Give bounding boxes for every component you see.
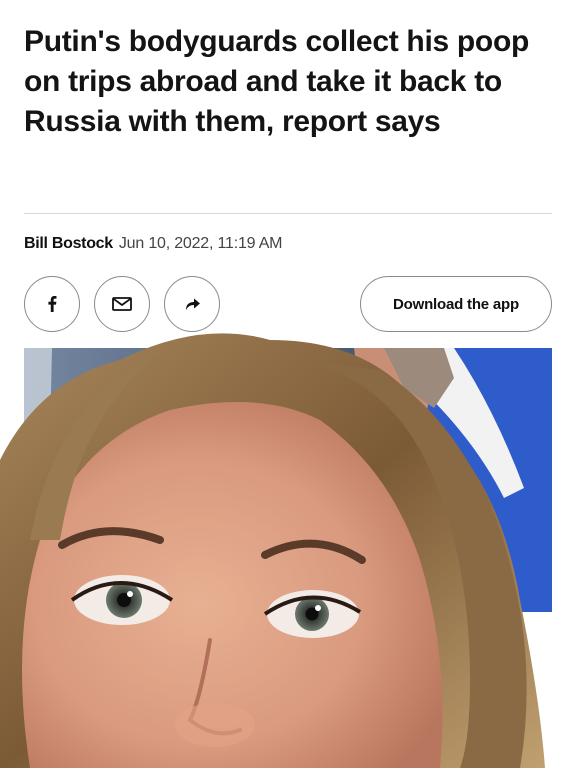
image-caption-fragment: on (503, 632, 525, 652)
byline: Bill Bostock Jun 10, 2022, 11:19 AM (24, 234, 283, 254)
share-link-button[interactable] (164, 276, 220, 332)
share-facebook-button[interactable] (24, 276, 80, 332)
share-email-button[interactable] (94, 276, 150, 332)
article-hero-image (24, 348, 552, 612)
facebook-icon (48, 296, 57, 312)
download-app-button[interactable]: Download the app (360, 276, 552, 332)
divider (24, 213, 552, 214)
share-arrow-icon (186, 298, 200, 310)
publish-date: Jun 10, 2022, 11:19 AM (118, 235, 283, 252)
article-headline: Putin's bodyguards collect his poop on t… (24, 25, 530, 138)
email-icon (112, 297, 132, 311)
author-link[interactable]: Bill Bostock (24, 235, 113, 252)
